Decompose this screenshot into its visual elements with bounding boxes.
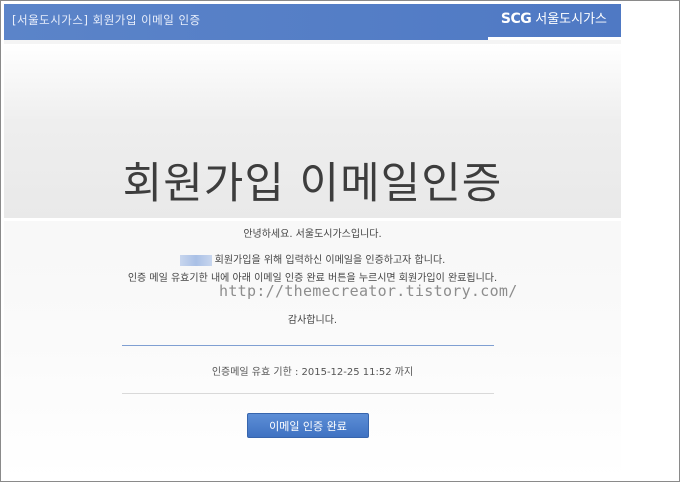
divider-grey <box>122 393 494 394</box>
verify-email-button[interactable]: 이메일 인증 완료 <box>247 413 369 438</box>
thanks-text: 감사합니다. <box>287 315 338 326</box>
blurred-username <box>179 254 212 266</box>
banner-divider <box>4 218 621 221</box>
watermark-url: http://themecreator.tistory.com/ <box>219 282 518 300</box>
divider-blue <box>122 345 494 346</box>
logo-mark: SCG <box>500 11 532 27</box>
header-underline <box>488 37 621 40</box>
logo-text: 서울도시가스 <box>535 12 607 27</box>
email-frame: [서울도시가스] 회원가입 이메일 인증 SCG 서울도시가스 회원가입 이메일… <box>0 0 680 482</box>
page-title: 회원가입 이메일인증 <box>122 159 503 209</box>
email-content: [서울도시가스] 회원가입 이메일 인증 SCG 서울도시가스 회원가입 이메일… <box>4 4 621 480</box>
scg-logo: SCG 서울도시가스 <box>501 8 607 27</box>
message-line-1-text: 회원가입을 위해 입력하신 이메일을 인증하고자 합니다. <box>214 255 446 266</box>
header-title: [서울도시가스] 회원가입 이메일 인증 <box>12 13 201 27</box>
greeting-text: 안녕하세요. 서울도시가스입니다. <box>243 229 382 240</box>
message-line-1: 회원가입을 위해 입력하신 이메일을 인증하고자 합니다. <box>4 251 621 266</box>
email-header: [서울도시가스] 회원가입 이메일 인증 SCG 서울도시가스 <box>4 4 621 40</box>
expiry-text: 인증메일 유효 기한 : 2015-12-25 11:52 까지 <box>211 367 414 378</box>
